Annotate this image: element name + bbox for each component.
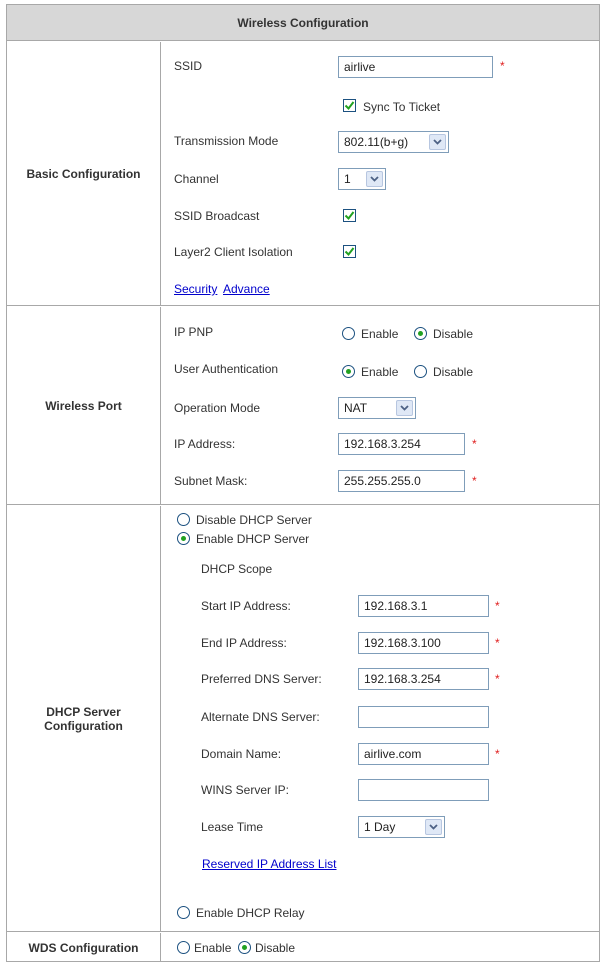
- end-ip-input[interactable]: [358, 632, 489, 654]
- wds-disable-label: Disable: [255, 941, 296, 955]
- chevron-down-icon: [366, 171, 383, 187]
- user-auth-disable-label: Disable: [433, 365, 474, 379]
- ip-pnp-label: IP PNP: [174, 325, 214, 339]
- transmission-mode-value: 802.11(b+g): [344, 135, 409, 149]
- start-ip-input[interactable]: [358, 595, 489, 617]
- ssid-label: SSID: [174, 59, 203, 73]
- channel-value: 1: [344, 172, 351, 186]
- disable-dhcp-server-label: Disable DHCP Server: [196, 513, 312, 527]
- end-ip-label: End IP Address:: [201, 636, 287, 650]
- dhcp-scope-label: DHCP Scope: [201, 562, 273, 576]
- wireless-port-label-text: Wireless Port: [45, 398, 122, 413]
- subnet-mask-required-mark: *: [472, 474, 477, 488]
- transmission-mode-label: Transmission Mode: [174, 134, 279, 148]
- ssid-broadcast-checkbox[interactable]: [343, 209, 356, 222]
- ip-address-input[interactable]: [338, 433, 465, 455]
- transmission-mode-select[interactable]: 802.11(b+g): [338, 131, 449, 153]
- wireless-port-label: Wireless Port: [7, 307, 161, 504]
- basic-configuration-label: Basic Configuration: [7, 42, 161, 305]
- disable-dhcp-server-radio[interactable]: [177, 513, 190, 526]
- subnet-mask-label: Subnet Mask:: [174, 474, 248, 488]
- channel-select[interactable]: 1: [338, 168, 386, 190]
- page-title: Wireless Configuration: [237, 15, 369, 30]
- dhcp-server-label-text: DHCP Server Configuration: [44, 704, 123, 733]
- domain-name-input[interactable]: [358, 743, 489, 765]
- end-ip-required-mark: *: [495, 636, 500, 650]
- user-auth-enable-label: Enable: [361, 365, 399, 379]
- enable-dhcp-relay-label: Enable DHCP Relay: [196, 906, 305, 920]
- check-icon: [344, 211, 355, 221]
- start-ip-required-mark: *: [495, 599, 500, 613]
- preferred-dns-required-mark: *: [495, 672, 500, 686]
- wireless-configuration-table: Wireless Configuration Basic Configurati…: [6, 4, 600, 962]
- sync-to-ticket-checkbox[interactable]: [343, 99, 356, 112]
- table-title: Wireless Configuration: [7, 5, 599, 41]
- wireless-port-section: Wireless Port IP PNP Enable Disable User…: [7, 307, 599, 505]
- ip-pnp-enable-radio[interactable]: [342, 327, 355, 340]
- ip-pnp-enable-label: Enable: [361, 327, 399, 341]
- lease-time-select[interactable]: 1 Day: [358, 816, 445, 838]
- enable-dhcp-server-radio[interactable]: [177, 532, 190, 545]
- lease-time-label: Lease Time: [201, 820, 264, 834]
- ssid-broadcast-label: SSID Broadcast: [174, 209, 260, 223]
- preferred-dns-input[interactable]: [358, 668, 489, 690]
- dhcp-server-section: DHCP Server Configuration Disable DHCP S…: [7, 506, 599, 932]
- wds-configuration-section: WDS Configuration Enable Disable: [7, 933, 599, 962]
- chevron-down-icon: [429, 134, 446, 150]
- channel-label: Channel: [174, 172, 219, 186]
- wds-configuration-label: WDS Configuration: [7, 933, 161, 962]
- wds-configuration-label-text: WDS Configuration: [28, 940, 139, 955]
- basic-configuration-section: Basic Configuration SSID * Sync To Ticke…: [7, 42, 599, 306]
- reserved-ip-address-list-link[interactable]: Reserved IP Address List: [202, 857, 337, 871]
- preferred-dns-label: Preferred DNS Server:: [201, 672, 322, 686]
- wins-server-input[interactable]: [358, 779, 489, 801]
- ssid-required-mark: *: [500, 59, 505, 73]
- user-auth-disable-radio[interactable]: [414, 365, 427, 378]
- ip-address-label: IP Address:: [174, 437, 236, 451]
- operation-mode-value: NAT: [344, 401, 368, 415]
- user-auth-enable-radio[interactable]: [342, 365, 355, 378]
- dhcp-server-configuration-label: DHCP Server Configuration: [7, 506, 161, 931]
- basic-configuration-label-text: Basic Configuration: [26, 166, 141, 181]
- start-ip-label: Start IP Address:: [201, 599, 291, 613]
- wds-enable-label: Enable: [194, 941, 232, 955]
- ip-address-required-mark: *: [472, 437, 477, 451]
- wins-server-label: WINS Server IP:: [201, 783, 290, 797]
- ip-pnp-disable-radio[interactable]: [414, 327, 427, 340]
- ip-pnp-disable-label: Disable: [433, 327, 474, 341]
- user-authentication-label: User Authentication: [174, 362, 279, 376]
- client-isolation-checkbox[interactable]: [343, 245, 356, 258]
- operation-mode-label: Operation Mode: [174, 401, 261, 415]
- sync-to-ticket-label: Sync To Ticket: [363, 100, 441, 114]
- alternate-dns-input[interactable]: [358, 706, 489, 728]
- lease-time-value: 1 Day: [364, 820, 396, 834]
- wds-disable-radio[interactable]: [238, 941, 251, 954]
- enable-dhcp-relay-radio[interactable]: [177, 906, 190, 919]
- check-icon: [344, 247, 355, 257]
- alternate-dns-label: Alternate DNS Server:: [201, 710, 320, 724]
- advance-link[interactable]: Advance: [223, 282, 270, 296]
- security-link[interactable]: Security: [174, 282, 217, 296]
- operation-mode-select[interactable]: NAT: [338, 397, 416, 419]
- subnet-mask-input[interactable]: [338, 470, 465, 492]
- domain-name-required-mark: *: [495, 747, 500, 761]
- chevron-down-icon: [425, 819, 442, 835]
- ssid-input[interactable]: [338, 56, 493, 78]
- enable-dhcp-server-label: Enable DHCP Server: [196, 532, 310, 546]
- chevron-down-icon: [396, 400, 413, 416]
- check-icon: [344, 101, 355, 111]
- client-isolation-label: Layer2 Client Isolation: [174, 245, 293, 259]
- domain-name-label: Domain Name:: [201, 747, 282, 761]
- wds-enable-radio[interactable]: [177, 941, 190, 954]
